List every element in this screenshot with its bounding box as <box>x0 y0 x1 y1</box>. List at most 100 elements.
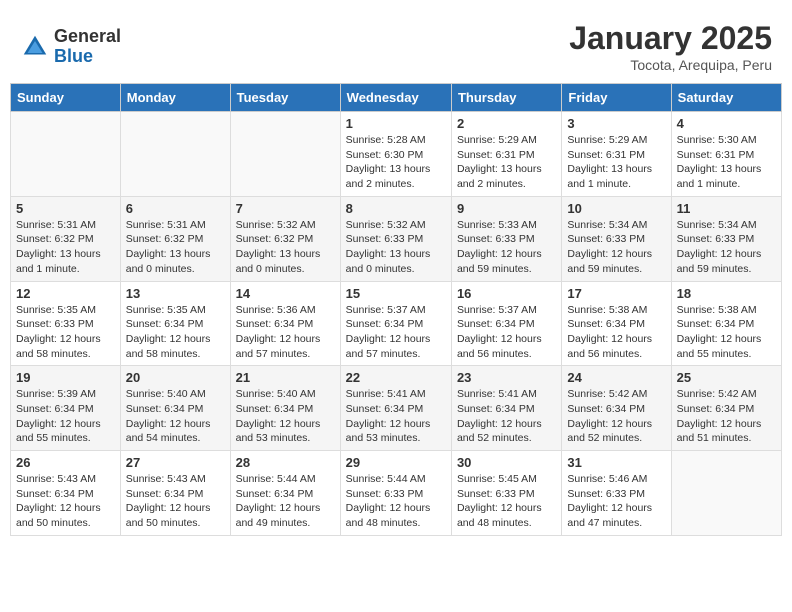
calendar-cell: 12Sunrise: 5:35 AM Sunset: 6:33 PM Dayli… <box>11 281 121 366</box>
calendar-table: SundayMondayTuesdayWednesdayThursdayFrid… <box>10 83 782 536</box>
day-number: 30 <box>457 455 556 470</box>
calendar-week-row: 19 Sunrise: 5:39 AM Sunset: 6:34 PM Dayli… <box>11 366 782 451</box>
calendar-cell: 9 Sunrise: 5:33 AM Sunset: 6:33 PM Daylig… <box>451 196 561 281</box>
day-number: 21 <box>236 370 335 385</box>
month-title: January 2025 <box>569 20 772 57</box>
day-info: Sunrise: 5:39 AM Sunset: 6:34 PM Dayligh… <box>16 387 115 446</box>
day-info: Sunrise: 5:44 AM Sunset: 6:33 PM Dayligh… <box>346 472 446 531</box>
day-info: Sunrise: 5:37 AM Sunset: 6:34 PM Dayligh… <box>346 303 446 362</box>
day-number: 27 <box>126 455 225 470</box>
day-info: Sunrise: 5:31 AM Sunset: 6:32 PM Dayligh… <box>126 218 225 277</box>
calendar-cell: 19 Sunrise: 5:39 AM Sunset: 6:34 PM Dayli… <box>11 366 121 451</box>
day-info: Sunrise: 5:28 AM Sunset: 6:30 PM Dayligh… <box>346 133 446 192</box>
day-number: 5 <box>16 201 115 216</box>
day-number: 9 <box>457 201 556 216</box>
day-number: 25 <box>677 370 776 385</box>
day-number: 6 <box>126 201 225 216</box>
weekday-header: Tuesday <box>230 84 340 112</box>
day-number: 26 <box>16 455 115 470</box>
calendar-cell: 20Sunrise: 5:40 AM Sunset: 6:34 PM Dayli… <box>120 366 230 451</box>
calendar-cell: 16 Sunrise: 5:37 AM Sunset: 6:34 PM Dayli… <box>451 281 561 366</box>
calendar-cell: 21 Sunrise: 5:40 AM Sunset: 6:34 PM Dayli… <box>230 366 340 451</box>
calendar-cell: 6 Sunrise: 5:31 AM Sunset: 6:32 PM Daylig… <box>120 196 230 281</box>
day-info: Sunrise: 5:32 AM Sunset: 6:33 PM Dayligh… <box>346 218 446 277</box>
calendar-cell: 31Sunrise: 5:46 AM Sunset: 6:33 PM Dayli… <box>562 451 671 536</box>
day-number: 13 <box>126 286 225 301</box>
day-number: 22 <box>346 370 446 385</box>
day-number: 3 <box>567 116 665 131</box>
day-info: Sunrise: 5:30 AM Sunset: 6:31 PM Dayligh… <box>677 133 776 192</box>
day-info: Sunrise: 5:43 AM Sunset: 6:34 PM Dayligh… <box>126 472 225 531</box>
day-number: 4 <box>677 116 776 131</box>
weekday-header: Friday <box>562 84 671 112</box>
day-number: 23 <box>457 370 556 385</box>
day-info: Sunrise: 5:35 AM Sunset: 6:33 PM Dayligh… <box>16 303 115 362</box>
calendar-week-row: 1 Sunrise: 5:28 AM Sunset: 6:30 PM Daylig… <box>11 112 782 197</box>
day-number: 17 <box>567 286 665 301</box>
day-number: 16 <box>457 286 556 301</box>
calendar-cell: 27 Sunrise: 5:43 AM Sunset: 6:34 PM Dayli… <box>120 451 230 536</box>
day-info: Sunrise: 5:45 AM Sunset: 6:33 PM Dayligh… <box>457 472 556 531</box>
location: Tocota, Arequipa, Peru <box>569 57 772 73</box>
calendar-cell: 7 Sunrise: 5:32 AM Sunset: 6:32 PM Daylig… <box>230 196 340 281</box>
day-number: 8 <box>346 201 446 216</box>
weekday-header: Wednesday <box>340 84 451 112</box>
day-number: 1 <box>346 116 446 131</box>
weekday-header: Sunday <box>11 84 121 112</box>
calendar-cell: 28Sunrise: 5:44 AM Sunset: 6:34 PM Dayli… <box>230 451 340 536</box>
day-number: 15 <box>346 286 446 301</box>
title-block: January 2025 Tocota, Arequipa, Peru <box>569 20 772 73</box>
logo: General Blue <box>20 27 121 67</box>
logo-icon <box>20 32 50 62</box>
day-info: Sunrise: 5:38 AM Sunset: 6:34 PM Dayligh… <box>677 303 776 362</box>
weekday-header-row: SundayMondayTuesdayWednesdayThursdayFrid… <box>11 84 782 112</box>
weekday-header: Thursday <box>451 84 561 112</box>
weekday-header: Monday <box>120 84 230 112</box>
day-info: Sunrise: 5:38 AM Sunset: 6:34 PM Dayligh… <box>567 303 665 362</box>
calendar-week-row: 26 Sunrise: 5:43 AM Sunset: 6:34 PM Dayli… <box>11 451 782 536</box>
day-number: 24 <box>567 370 665 385</box>
calendar-cell: 14Sunrise: 5:36 AM Sunset: 6:34 PM Dayli… <box>230 281 340 366</box>
day-number: 31 <box>567 455 665 470</box>
calendar-cell <box>230 112 340 197</box>
day-info: Sunrise: 5:35 AM Sunset: 6:34 PM Dayligh… <box>126 303 225 362</box>
day-info: Sunrise: 5:40 AM Sunset: 6:34 PM Dayligh… <box>236 387 335 446</box>
day-info: Sunrise: 5:42 AM Sunset: 6:34 PM Dayligh… <box>677 387 776 446</box>
day-number: 18 <box>677 286 776 301</box>
day-number: 19 <box>16 370 115 385</box>
calendar-week-row: 12Sunrise: 5:35 AM Sunset: 6:33 PM Dayli… <box>11 281 782 366</box>
day-info: Sunrise: 5:29 AM Sunset: 6:31 PM Dayligh… <box>457 133 556 192</box>
calendar-cell: 30 Sunrise: 5:45 AM Sunset: 6:33 PM Dayli… <box>451 451 561 536</box>
day-info: Sunrise: 5:43 AM Sunset: 6:34 PM Dayligh… <box>16 472 115 531</box>
day-info: Sunrise: 5:33 AM Sunset: 6:33 PM Dayligh… <box>457 218 556 277</box>
calendar-cell: 3Sunrise: 5:29 AM Sunset: 6:31 PM Daylig… <box>562 112 671 197</box>
day-info: Sunrise: 5:34 AM Sunset: 6:33 PM Dayligh… <box>567 218 665 277</box>
calendar-cell <box>11 112 121 197</box>
day-info: Sunrise: 5:31 AM Sunset: 6:32 PM Dayligh… <box>16 218 115 277</box>
logo-general: General <box>54 27 121 47</box>
weekday-header: Saturday <box>671 84 781 112</box>
day-info: Sunrise: 5:42 AM Sunset: 6:34 PM Dayligh… <box>567 387 665 446</box>
day-info: Sunrise: 5:32 AM Sunset: 6:32 PM Dayligh… <box>236 218 335 277</box>
logo-blue: Blue <box>54 47 121 67</box>
day-info: Sunrise: 5:41 AM Sunset: 6:34 PM Dayligh… <box>346 387 446 446</box>
day-number: 10 <box>567 201 665 216</box>
calendar-cell: 29Sunrise: 5:44 AM Sunset: 6:33 PM Dayli… <box>340 451 451 536</box>
day-number: 28 <box>236 455 335 470</box>
page-header: General Blue January 2025 Tocota, Arequi… <box>10 10 782 78</box>
calendar-cell: 10 Sunrise: 5:34 AM Sunset: 6:33 PM Dayli… <box>562 196 671 281</box>
calendar-cell: 23Sunrise: 5:41 AM Sunset: 6:34 PM Dayli… <box>451 366 561 451</box>
calendar-cell: 17 Sunrise: 5:38 AM Sunset: 6:34 PM Dayli… <box>562 281 671 366</box>
day-number: 7 <box>236 201 335 216</box>
day-info: Sunrise: 5:37 AM Sunset: 6:34 PM Dayligh… <box>457 303 556 362</box>
calendar-cell: 1 Sunrise: 5:28 AM Sunset: 6:30 PM Daylig… <box>340 112 451 197</box>
calendar-cell: 8 Sunrise: 5:32 AM Sunset: 6:33 PM Daylig… <box>340 196 451 281</box>
calendar-cell: 13 Sunrise: 5:35 AM Sunset: 6:34 PM Dayli… <box>120 281 230 366</box>
calendar-week-row: 5 Sunrise: 5:31 AM Sunset: 6:32 PM Daylig… <box>11 196 782 281</box>
day-number: 14 <box>236 286 335 301</box>
calendar-cell: 2Sunrise: 5:29 AM Sunset: 6:31 PM Daylig… <box>451 112 561 197</box>
logo-text: General Blue <box>54 27 121 67</box>
calendar-cell: 11Sunrise: 5:34 AM Sunset: 6:33 PM Dayli… <box>671 196 781 281</box>
calendar-cell: 25 Sunrise: 5:42 AM Sunset: 6:34 PM Dayli… <box>671 366 781 451</box>
calendar-cell: 18 Sunrise: 5:38 AM Sunset: 6:34 PM Dayli… <box>671 281 781 366</box>
